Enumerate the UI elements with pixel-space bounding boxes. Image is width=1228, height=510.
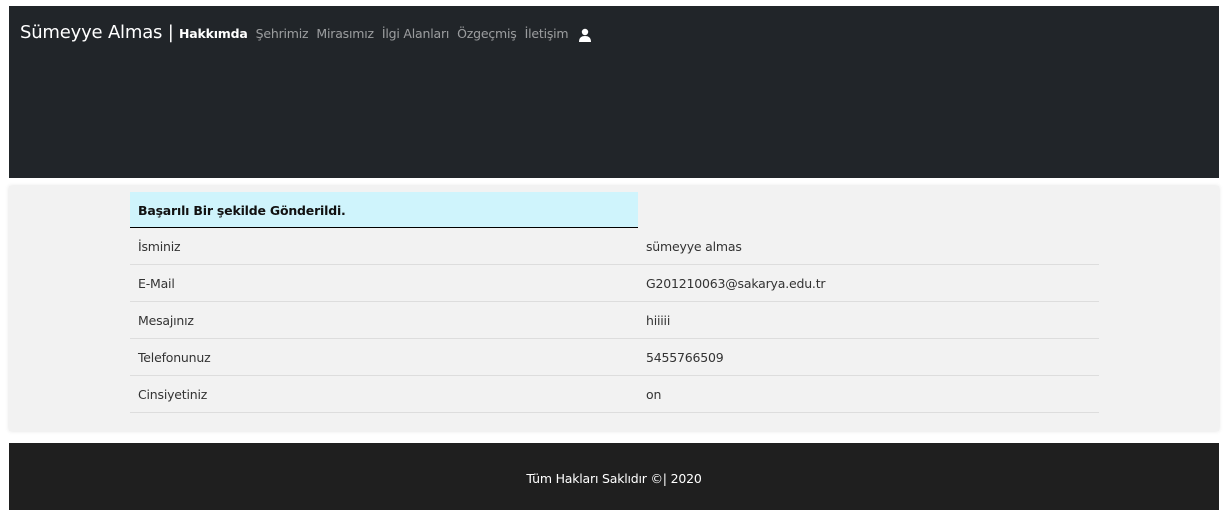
nav-link-hakkimda[interactable]: Hakkımda xyxy=(179,26,248,41)
table-row: Mesajınız hiiiii xyxy=(130,302,1099,339)
row-value: sümeyye almas xyxy=(646,239,742,254)
user-icon[interactable] xyxy=(578,27,592,42)
row-value: 5455766509 xyxy=(646,350,724,365)
page: Sümeyye Almas | Hakkımda Şehrimiz Mirası… xyxy=(0,0,1228,510)
row-label: E-Mail xyxy=(138,276,175,291)
brand-title[interactable]: Sümeyye Almas | xyxy=(20,22,174,43)
success-alert-text: Başarılı Bir şekilde Gönderildi. xyxy=(138,203,346,218)
row-label: İsminiz xyxy=(138,239,181,254)
nav-link-iletisim[interactable]: İletişim xyxy=(525,26,569,41)
table-row: Telefonunuz 5455766509 xyxy=(130,339,1099,376)
submission-table: İsminiz sümeyye almas E-Mail G201210063@… xyxy=(130,228,1099,413)
row-value: hiiiii xyxy=(646,313,671,328)
footer-copyright: Tüm Hakları Saklıdır ©| 2020 xyxy=(526,471,702,486)
table-row: İsminiz sümeyye almas xyxy=(130,228,1099,265)
row-value: G201210063@sakarya.edu.tr xyxy=(646,276,826,291)
row-value: on xyxy=(646,387,662,402)
row-label: Mesajınız xyxy=(138,313,194,328)
table-row: E-Mail G201210063@sakarya.edu.tr xyxy=(130,265,1099,302)
nav-link-ilgi-alanlari[interactable]: İlgi Alanları xyxy=(382,26,449,41)
table-row: Cinsiyetiniz on xyxy=(130,376,1099,413)
success-alert: Başarılı Bir şekilde Gönderildi. xyxy=(130,192,638,228)
nav-link-sehrimiz[interactable]: Şehrimiz xyxy=(256,26,309,41)
row-label: Cinsiyetiniz xyxy=(138,387,208,402)
navbar: Sümeyye Almas | Hakkımda Şehrimiz Mirası… xyxy=(9,6,1219,178)
nav-menu: Hakkımda Şehrimiz Mirasımız İlgi Alanlar… xyxy=(179,26,592,42)
footer: Tüm Hakları Saklıdır ©| 2020 xyxy=(9,443,1219,510)
nav-link-ozgecmis[interactable]: Özgeçmiş xyxy=(457,26,517,41)
main-content: Başarılı Bir şekilde Gönderildi. İsminiz… xyxy=(9,186,1219,431)
row-label: Telefonunuz xyxy=(138,350,211,365)
nav-link-mirasimiz[interactable]: Mirasımız xyxy=(316,26,374,41)
